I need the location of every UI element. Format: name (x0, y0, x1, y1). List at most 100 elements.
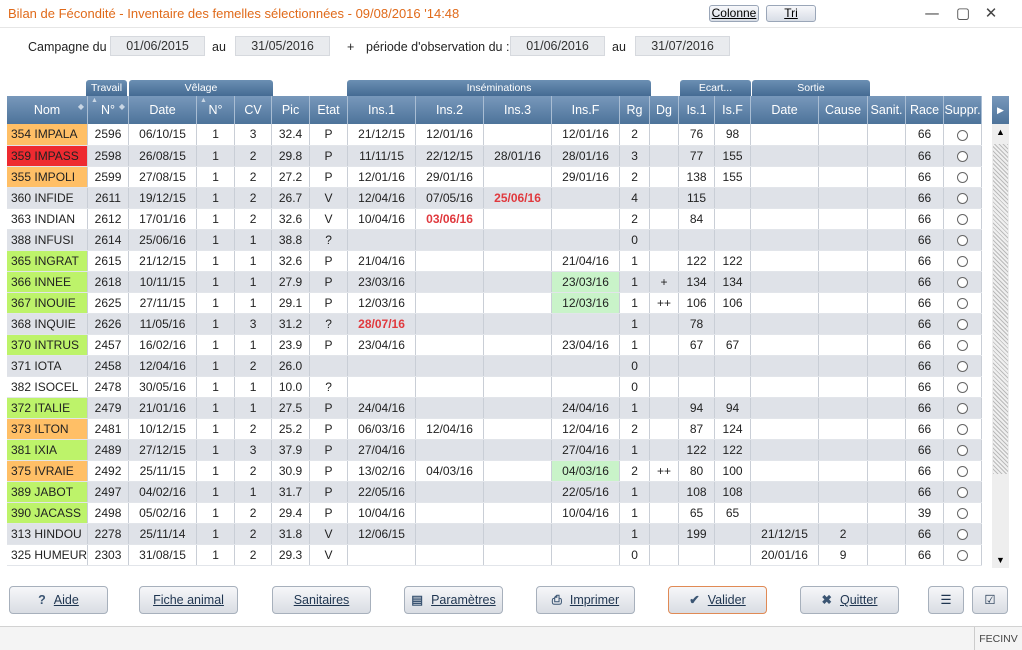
colonne-button[interactable]: Colonne (709, 5, 759, 22)
campaign-end-field[interactable]: 31/05/2016 (235, 36, 330, 56)
col-dg[interactable]: Dg (649, 96, 680, 124)
col-travail-num[interactable]: ▲ N° ◆ (87, 96, 130, 124)
valider-button[interactable]: ✔ Valider (668, 586, 767, 614)
suppr-radio[interactable] (957, 528, 969, 540)
vertical-scrollbar[interactable]: ▲ ▼ (992, 124, 1009, 568)
table-row[interactable]: 365 INGRAT 2615 21/12/15 1 1 32.6 P 21/04/16 21/… (7, 250, 983, 272)
table-row[interactable]: 359 IMPASS 2598 26/08/15 1 2 29.8 P 11/11/15 22/… (7, 145, 983, 167)
table-row[interactable]: 355 IMPOLI 2599 27/08/15 1 2 27.2 P 12/01/16 29/… (7, 166, 983, 188)
cv-cell: 1 (234, 229, 273, 251)
nom-cell: 355 IMPOLI (7, 166, 89, 188)
table-row[interactable]: 390 JACASS 2498 05/02/16 1 2 29.4 P 10/04/16 10/… (7, 502, 983, 524)
suppr-radio[interactable] (957, 402, 969, 414)
quitter-button[interactable]: ✖ Quitter (800, 586, 899, 614)
table-row[interactable]: 370 INTRUS 2457 16/02/16 1 1 23.9 P 23/04/16 23/… (7, 334, 983, 356)
suppr-radio[interactable] (957, 423, 969, 435)
sanitaires-button[interactable]: Sanitaires (272, 586, 371, 614)
cv-cell: 3 (234, 313, 273, 335)
suppr-radio[interactable] (957, 486, 969, 498)
scroll-down-icon[interactable]: ▼ (992, 552, 1009, 568)
table-row[interactable]: 373 ILTON 2481 10/12/15 1 2 25.2 P 06/03/16 12/0… (7, 418, 983, 440)
scroll-right-icon[interactable]: ▶ (992, 96, 1009, 124)
suppr-radio[interactable] (957, 360, 969, 372)
close-icon[interactable]: ✕ (980, 4, 1002, 24)
nom-cell: 371 IOTA (7, 355, 89, 377)
aide-button[interactable]: ? Aide (9, 586, 108, 614)
col-cv[interactable]: CV (234, 96, 273, 124)
tri-button[interactable]: Tri (766, 5, 816, 22)
table-row[interactable]: 360 INFIDE 2611 19/12/15 1 2 26.7 V 12/04/16 07/… (7, 187, 983, 209)
rg-cell: 1 (619, 313, 651, 335)
maximize-icon[interactable]: ▢ (952, 4, 974, 24)
col-rg[interactable]: Rg (619, 96, 651, 124)
suppr-radio[interactable] (957, 150, 969, 162)
fiche-animal-button[interactable]: Fiche animal (139, 586, 238, 614)
table-row[interactable]: 354 IMPALA 2596 06/10/15 1 3 32.4 P 21/12/15 12/… (7, 124, 983, 146)
table-row[interactable]: 381 IXIA 2489 27/12/15 1 3 37.9 P 27/04/16 27/04… (7, 439, 983, 461)
suppr-radio[interactable] (957, 129, 969, 141)
table-row[interactable]: 363 INDIAN 2612 17/01/16 1 2 32.6 V 10/04/16 03/… (7, 208, 983, 230)
parametres-button[interactable]: ▤ Paramètres (404, 586, 503, 614)
scroll-up-icon[interactable]: ▲ (992, 124, 1009, 140)
is1-cell: 199 (678, 523, 716, 545)
col-ins1[interactable]: Ins.1 (347, 96, 417, 124)
table-row[interactable]: 382 ISOCEL 2478 30/05/16 1 1 10.0? 0 66 (7, 376, 983, 398)
rg-cell: 1 (619, 439, 651, 461)
table-row[interactable]: 313 HINDOU 2278 25/11/14 1 2 31.8 V 12/06/15 1 19… (7, 523, 983, 545)
table-row[interactable]: 367 INOUIE 2625 27/11/15 1 1 29.1 P 12/03/16 12/… (7, 292, 983, 314)
table-row[interactable]: 389 JABOT 2497 04/02/16 1 1 31.7 P 22/05/16 22/0… (7, 481, 983, 503)
col-etat[interactable]: Etat (309, 96, 349, 124)
table-row[interactable]: 372 ITALIE 2479 21/01/16 1 1 27.5 P 24/04/16 24/… (7, 397, 983, 419)
suppr-radio[interactable] (957, 255, 969, 267)
table-row[interactable]: 325 HUMEUR 2303 31/08/15 1 2 29.3 V 0 20/01/16 9 6… (7, 544, 983, 566)
velage-date-cell: 04/02/16 (128, 481, 198, 503)
col-ins2[interactable]: Ins.2 (415, 96, 485, 124)
table-row[interactable]: 371 IOTA 2458 12/04/16 1 2 26.0 0 66 (7, 355, 983, 377)
col-is1[interactable]: Is.1 (678, 96, 716, 124)
list-view-button[interactable]: ☰ (928, 586, 964, 614)
suppr-radio[interactable] (957, 444, 969, 456)
suppr-radio[interactable] (957, 465, 969, 477)
col-velage-date[interactable]: Date (128, 96, 198, 124)
col-race[interactable]: Race (905, 96, 945, 124)
suppr-radio[interactable] (957, 192, 969, 204)
suppr-radio[interactable] (957, 339, 969, 351)
table-row[interactable]: 366 INNEE 2618 10/11/15 1 1 27.9 P 23/03/16 23/0… (7, 271, 983, 293)
ins3-cell (483, 166, 553, 188)
col-cause[interactable]: Cause (818, 96, 869, 124)
sortie-date-cell (750, 145, 820, 167)
minimize-icon[interactable]: — (921, 4, 943, 24)
suppr-radio[interactable] (957, 276, 969, 288)
suppr-radio[interactable] (957, 297, 969, 309)
col-isf[interactable]: Is.F (714, 96, 752, 124)
travail-num-cell: 2626 (87, 313, 130, 335)
col-nom[interactable]: Nom ◆ (7, 96, 89, 124)
checklist-button[interactable]: ☑ (972, 586, 1008, 614)
col-ins3[interactable]: Ins.3 (483, 96, 553, 124)
suppr-radio[interactable] (957, 381, 969, 393)
col-insf[interactable]: Ins.F (551, 96, 621, 124)
col-pic[interactable]: Pic (271, 96, 311, 124)
observation-start-field[interactable]: 01/06/2016 (510, 36, 605, 56)
ins2-cell (415, 250, 485, 272)
col-suppr[interactable]: Suppr. (943, 96, 983, 124)
table-row[interactable]: 368 INQUIE 2626 11/05/16 1 3 31.2? 28/07/16 1 78… (7, 313, 983, 335)
campaign-start-field[interactable]: 01/06/2015 (110, 36, 205, 56)
col-velage-num[interactable]: ▲ N° (196, 96, 236, 124)
col-sanit[interactable]: Sanit. (867, 96, 907, 124)
suppr-radio[interactable] (957, 213, 969, 225)
col-sortie-date[interactable]: Date (750, 96, 820, 124)
suppr-radio[interactable] (957, 318, 969, 330)
imprimer-button[interactable]: ⎙ Imprimer (536, 586, 635, 614)
suppr-cell (943, 124, 983, 146)
suppr-radio[interactable] (957, 549, 969, 561)
velage-date-cell: 06/10/15 (128, 124, 198, 146)
table-row[interactable]: 388 INFUSI 2614 25/06/16 1 1 38.8? 0 66 (7, 229, 983, 251)
suppr-radio[interactable] (957, 507, 969, 519)
table-row[interactable]: 375 IVRAIE 2492 25/11/15 1 2 30.9 P 13/02/16 04/… (7, 460, 983, 482)
close-x-icon: ✖ (821, 593, 832, 607)
observation-end-field[interactable]: 31/07/2016 (635, 36, 730, 56)
scrollbar-track[interactable] (993, 144, 1008, 474)
suppr-radio[interactable] (957, 234, 969, 246)
suppr-radio[interactable] (957, 171, 969, 183)
